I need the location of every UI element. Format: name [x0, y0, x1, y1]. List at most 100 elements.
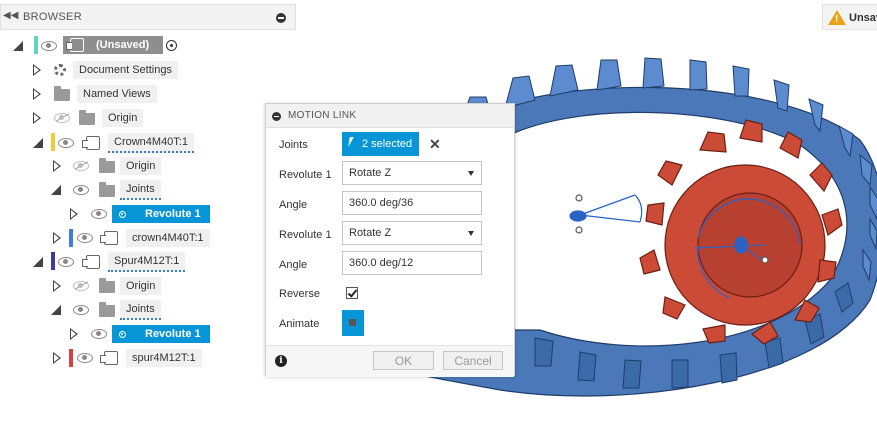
- dialog-title: MOTION LINK: [288, 110, 357, 121]
- expand-icon[interactable]: [53, 280, 61, 292]
- folder-icon: [99, 158, 115, 173]
- gear-icon: [54, 64, 66, 76]
- expand-icon[interactable]: [33, 257, 43, 267]
- revolute2-dof-select[interactable]: Rotate Z: [342, 221, 482, 245]
- revolute1-dof-select[interactable]: Rotate Z: [342, 161, 482, 185]
- tree-root-unsaved[interactable]: (Unsaved): [0, 35, 200, 55]
- collapse-panel-icon[interactable]: ◀◀: [3, 10, 18, 21]
- warning-mark: !: [835, 14, 839, 25]
- color-bar: [69, 349, 73, 367]
- tree-item-crown-revolute[interactable]: Revolute 1: [0, 204, 215, 224]
- tree-item-label: Origin: [102, 109, 144, 127]
- animate-button[interactable]: [342, 310, 364, 336]
- expand-icon[interactable]: [51, 185, 61, 195]
- reverse-label: Reverse: [279, 288, 320, 300]
- visibility-eye-icon[interactable]: [77, 353, 93, 363]
- expand-icon[interactable]: [13, 41, 23, 51]
- tree-item-spur-origin[interactable]: Origin: [0, 276, 200, 296]
- angle2-input[interactable]: 360.0 deg/12: [342, 251, 482, 275]
- tree-item-crown-component[interactable]: crown4M40T:1: [0, 228, 215, 248]
- tree-item-label: Revolute 1: [145, 208, 201, 220]
- expand-icon[interactable]: [70, 328, 78, 340]
- component-icon: [82, 255, 100, 269]
- tree-item-label: Document Settings: [73, 61, 178, 79]
- dialog-header[interactable]: MOTION LINK: [266, 104, 514, 128]
- joints-selection-button[interactable]: 2 selected: [342, 132, 419, 156]
- browser-title: BROWSER: [23, 11, 82, 23]
- animate-label: Animate: [279, 318, 320, 330]
- tree-item-label: Revolute 1: [145, 328, 201, 340]
- tree-item-document-settings[interactable]: Document Settings: [0, 60, 200, 80]
- component-icon: [82, 136, 100, 150]
- visibility-eye-icon[interactable]: [73, 185, 89, 195]
- expand-icon[interactable]: [53, 352, 61, 364]
- visibility-eye-icon[interactable]: [73, 305, 89, 315]
- hidden-eye-icon[interactable]: [73, 281, 89, 291]
- tree-item-origin[interactable]: Origin: [0, 108, 200, 128]
- folder-icon: [54, 86, 70, 101]
- expand-icon[interactable]: [33, 112, 41, 124]
- info-icon[interactable]: i: [275, 355, 287, 367]
- tree-item-label: Joints: [120, 300, 161, 320]
- expand-icon[interactable]: [33, 64, 41, 76]
- joints-selection-value: 2 selected: [362, 138, 413, 150]
- angle2-label: Angle: [279, 259, 308, 271]
- unsaved-warning[interactable]: ! Unsav: [822, 4, 877, 30]
- tree-item-label: Origin: [120, 157, 162, 175]
- visibility-eye-icon[interactable]: [91, 209, 107, 219]
- collapse-dialog-icon[interactable]: [272, 112, 281, 121]
- revolute2-label: Revolute 1: [279, 229, 332, 241]
- angle1-label: Angle: [279, 199, 308, 211]
- tree-item-crown-occurrence[interactable]: Crown4M40T:1: [0, 133, 200, 153]
- expand-icon[interactable]: [33, 88, 41, 100]
- motion-link-dialog: MOTION LINK Joints 2 selected ✕ Revolute…: [265, 103, 515, 377]
- expand-icon[interactable]: [70, 208, 78, 220]
- tree-item-label: Crown4M40T:1: [108, 133, 194, 153]
- component-icon: [100, 231, 118, 245]
- tree-item-label: spur4M12T:1: [126, 349, 202, 367]
- folder-icon: [99, 182, 115, 197]
- reverse-checkbox[interactable]: [346, 287, 358, 299]
- tree-item-label: Origin: [120, 277, 162, 295]
- visibility-eye-icon[interactable]: [58, 138, 74, 148]
- hidden-eye-icon[interactable]: [73, 161, 89, 171]
- tree-item-crown-joints[interactable]: Joints: [0, 180, 200, 200]
- visibility-eye-icon[interactable]: [58, 257, 74, 267]
- minimize-panel-icon[interactable]: [276, 13, 286, 23]
- angle1-input[interactable]: 360.0 deg/36: [342, 191, 482, 215]
- select-cursor-icon: [348, 137, 354, 147]
- color-bar: [51, 133, 55, 151]
- clear-selection-icon[interactable]: ✕: [429, 136, 441, 153]
- visibility-eye-icon[interactable]: [77, 233, 93, 243]
- cancel-button[interactable]: Cancel: [443, 351, 503, 370]
- tree-item-label: Joints: [120, 180, 161, 200]
- tree-item-crown-origin[interactable]: Origin: [0, 156, 200, 176]
- tree-item-spur-occurrence[interactable]: Spur4M12T:1: [0, 252, 200, 272]
- expand-icon[interactable]: [51, 305, 61, 315]
- hidden-eye-icon[interactable]: [54, 113, 70, 123]
- component-icon: [100, 351, 118, 365]
- color-bar: [69, 229, 73, 247]
- folder-icon: [99, 278, 115, 293]
- tree-item-spur-joints[interactable]: Joints: [0, 300, 200, 320]
- folder-icon: [99, 302, 115, 317]
- root-label: (Unsaved): [96, 39, 150, 51]
- visibility-eye-icon[interactable]: [91, 329, 107, 339]
- revolute-joint-icon: [119, 211, 126, 218]
- tree-item-named-views[interactable]: Named Views: [0, 84, 200, 104]
- revolute-joint-icon: [119, 331, 126, 338]
- component-icon: [66, 38, 84, 52]
- tree-item-spur-component[interactable]: spur4M12T:1: [0, 348, 215, 368]
- joints-label: Joints: [279, 139, 308, 151]
- tree-item-spur-revolute[interactable]: Revolute 1: [0, 324, 215, 344]
- visibility-eye-icon[interactable]: [41, 41, 57, 51]
- dialog-footer: i OK Cancel: [266, 345, 514, 377]
- folder-icon: [79, 110, 95, 125]
- expand-icon[interactable]: [33, 138, 43, 148]
- activate-radio-icon[interactable]: [166, 40, 177, 51]
- tree-item-label: Named Views: [77, 85, 157, 103]
- expand-icon[interactable]: [53, 232, 61, 244]
- browser-panel-header: ◀◀ BROWSER: [0, 4, 296, 30]
- ok-button[interactable]: OK: [373, 351, 434, 370]
- expand-icon[interactable]: [53, 160, 61, 172]
